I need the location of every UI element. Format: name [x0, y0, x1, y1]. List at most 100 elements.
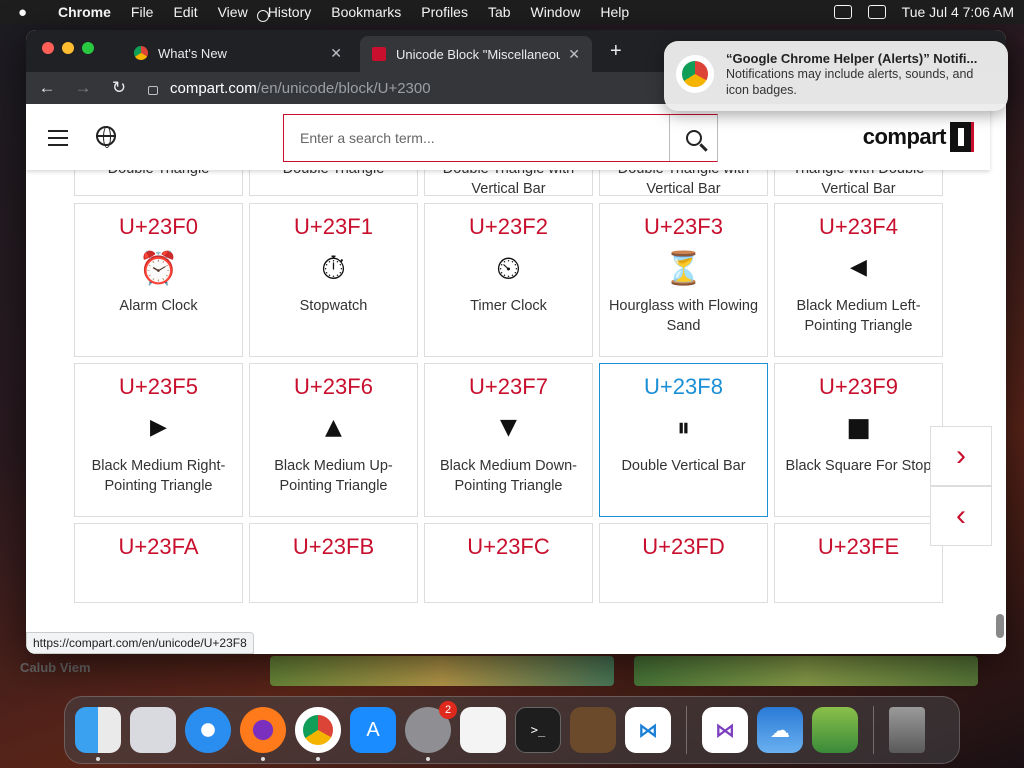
close-tab-icon[interactable]: ✕: [330, 45, 342, 62]
trash-icon[interactable]: [889, 707, 925, 753]
hourglass-icon: ⏳: [663, 249, 704, 287]
unicode-cell[interactable]: U+23F9 ■ Black Square For Stop: [774, 363, 943, 517]
menu-tab[interactable]: Tab: [488, 4, 511, 20]
next-page-button[interactable]: ›: [930, 426, 992, 486]
game-icon[interactable]: [812, 707, 858, 753]
tab-whats-new[interactable]: What's New ✕: [122, 36, 354, 70]
chrome-icon[interactable]: [295, 707, 341, 761]
unicode-cell[interactable]: U+23FE: [774, 523, 943, 603]
code-point: U+23FD: [642, 534, 725, 559]
macos-menubar: ● Chrome File Edit View History Bookmark…: [0, 0, 1024, 24]
menu-view[interactable]: View: [218, 4, 248, 20]
unicode-cell[interactable]: U+23FC: [424, 523, 593, 603]
char-name: Black Medium Up-Pointing Triangle: [274, 458, 393, 494]
unicode-cell[interactable]: U+23F7 ▼ Black Medium Down-Pointing Tria…: [424, 363, 593, 517]
menu-window[interactable]: Window: [531, 4, 581, 20]
unicode-cell[interactable]: U+23F1 ⏱ Stopwatch: [249, 203, 418, 357]
code-point: U+23F5: [119, 374, 198, 399]
spotlight-icon[interactable]: [257, 10, 269, 22]
triangle-left-icon: ◀: [850, 255, 867, 280]
chevron-right-icon: ›: [956, 439, 966, 472]
menu-bookmarks[interactable]: Bookmarks: [331, 4, 401, 20]
unicode-cell[interactable]: U+23F6 ▲ Black Medium Up-Pointing Triang…: [249, 363, 418, 517]
menu-edit[interactable]: Edit: [173, 4, 197, 20]
new-tab-button[interactable]: +: [610, 40, 622, 63]
code-point: U+23FE: [817, 534, 900, 559]
desktop-partial-label: Calub Viem: [20, 660, 91, 675]
search-input[interactable]: [284, 115, 669, 161]
alarm-clock-icon: ⏰: [138, 249, 179, 287]
globe-icon[interactable]: [96, 126, 116, 148]
unicode-cell[interactable]: U+23FB: [249, 523, 418, 603]
close-tab-icon[interactable]: ✕: [568, 46, 580, 63]
vscode-icon[interactable]: ⋈: [625, 707, 671, 753]
launchpad-icon[interactable]: [130, 707, 176, 753]
minimize-window-button[interactable]: [62, 42, 74, 54]
unicode-cell[interactable]: U+23F4 ◀ Black Medium Left-Pointing Tria…: [774, 203, 943, 357]
reload-icon[interactable]: ↻: [110, 78, 128, 98]
app-store-icon[interactable]: A: [350, 707, 396, 753]
previous-page-button[interactable]: ‹: [930, 486, 992, 546]
terminal-icon[interactable]: >_: [515, 707, 561, 753]
logo-text: compart: [862, 124, 947, 149]
menu-profiles[interactable]: Profiles: [421, 4, 468, 20]
weather-icon[interactable]: ☁: [757, 707, 803, 753]
dock-separator: [686, 706, 687, 754]
unicode-cell[interactable]: U+23F2 ⏲ Timer Clock: [424, 203, 593, 357]
code-point: U+23F0: [119, 214, 198, 239]
char-name: Hourglass with Flowing Sand: [608, 298, 759, 334]
notification-body: Notifications may include alerts, sounds…: [726, 67, 974, 97]
close-window-button[interactable]: [42, 42, 54, 54]
forward-icon[interactable]: →: [74, 78, 92, 98]
system-settings-icon[interactable]: 2: [405, 701, 457, 761]
back-icon[interactable]: ←: [38, 78, 56, 98]
stopwatch-icon: ⏱: [321, 249, 346, 287]
unicode-cell[interactable]: U+23F3 ⏳ Hourglass with Flowing Sand: [599, 203, 768, 357]
page-scrollbar[interactable]: [996, 614, 1004, 638]
tab-unicode-block[interactable]: Unicode Block "Miscellaneous ✕: [360, 36, 592, 72]
unicode-cell-selected[interactable]: U+23F8 ⏸ Double Vertical Bar: [599, 363, 768, 517]
screen-mirroring-icon[interactable]: [833, 5, 852, 19]
finder-icon[interactable]: [75, 707, 121, 761]
lock-icon[interactable]: [148, 85, 158, 95]
garageband-icon[interactable]: [570, 707, 616, 753]
apple-icon[interactable]: ●: [18, 4, 40, 21]
hamburger-menu-icon[interactable]: [48, 130, 68, 151]
visual-studio-icon[interactable]: ⋈: [702, 707, 748, 753]
code-point: U+23F3: [644, 214, 723, 239]
unicode-cell[interactable]: U+23FA: [74, 523, 243, 603]
window-controls: [42, 42, 94, 54]
chrome-notification[interactable]: “Google Chrome Helper (Alerts)” Notifi..…: [664, 41, 1008, 111]
address-bar[interactable]: compart.com/en/unicode/block/U+2300: [148, 80, 431, 97]
menu-help[interactable]: Help: [600, 4, 629, 20]
notification-badge: 2: [439, 701, 457, 719]
unicode-cell[interactable]: U+23FD: [599, 523, 768, 603]
char-name: Black Medium Right-Pointing Triangle: [91, 458, 226, 494]
code-point: U+23F8: [644, 374, 723, 399]
code-point: U+23F9: [819, 374, 898, 399]
char-name: Double Vertical Bar: [621, 458, 746, 474]
menu-file[interactable]: File: [131, 4, 154, 20]
menu-history[interactable]: History: [268, 4, 312, 20]
chevron-left-icon: ‹: [956, 499, 966, 532]
safari-icon[interactable]: [185, 707, 231, 753]
site-header: compart: [26, 104, 990, 170]
menu-chrome[interactable]: Chrome: [58, 4, 111, 20]
zoom-window-button[interactable]: [82, 42, 94, 54]
textedit-icon[interactable]: [460, 707, 506, 753]
code-point: U+23F7: [469, 374, 548, 399]
firefox-icon[interactable]: [240, 707, 286, 761]
search-button[interactable]: [669, 115, 717, 161]
menubar-clock[interactable]: Tue Jul 4 7:06 AM: [902, 4, 1014, 20]
chrome-icon: [676, 55, 714, 93]
search-icon: [685, 130, 702, 146]
char-name: Stopwatch: [299, 298, 368, 314]
control-center-icon[interactable]: [867, 5, 886, 19]
unicode-cell[interactable]: U+23F0 ⏰ Alarm Clock: [74, 203, 243, 357]
unicode-cell[interactable]: U+23F5 ▶ Black Medium Right-Pointing Tri…: [74, 363, 243, 517]
chrome-favicon-icon: [134, 46, 148, 60]
stop-square-icon: ■: [846, 413, 871, 443]
tab-title: Unicode Block "Miscellaneous: [396, 46, 561, 62]
compart-logo[interactable]: compart: [863, 122, 974, 152]
triangle-down-icon: ▼: [500, 415, 517, 440]
